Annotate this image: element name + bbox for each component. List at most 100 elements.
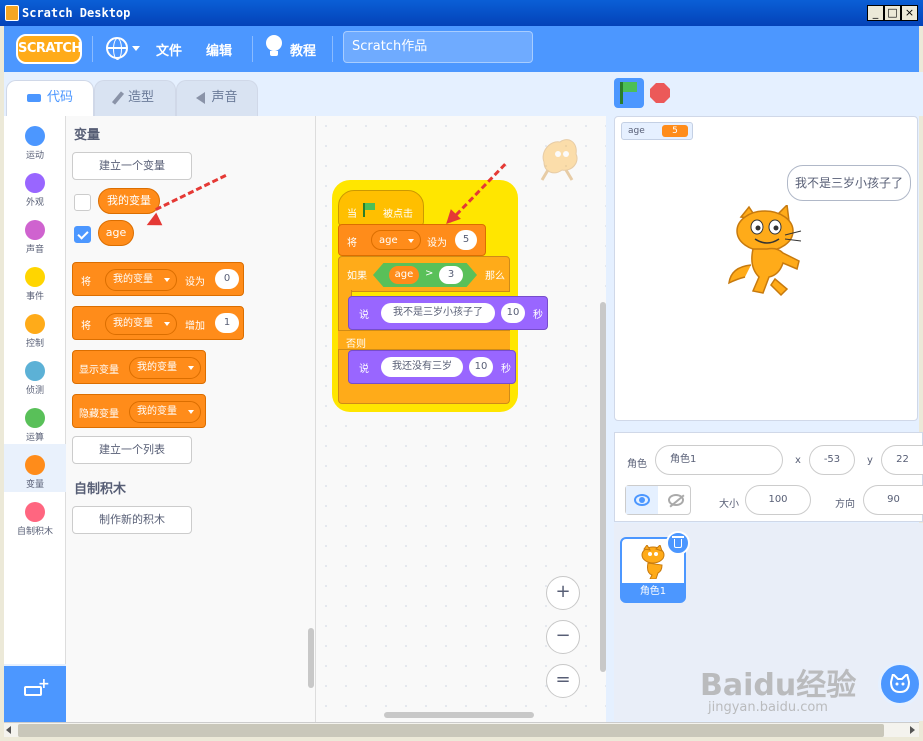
zoom-reset-button[interactable]: = bbox=[546, 664, 580, 698]
change-variable-block[interactable]: 将 我的变量 增加 1 bbox=[72, 306, 244, 340]
category-dot bbox=[25, 502, 45, 522]
variable-monitor[interactable]: age 5 bbox=[621, 122, 693, 140]
stage[interactable]: age 5 我不是三岁小孩子了 bbox=[614, 116, 918, 421]
when-flag-clicked-block[interactable]: 当 被点击 bbox=[338, 190, 424, 226]
lightbulb-icon[interactable] bbox=[266, 35, 282, 56]
set-age-block[interactable]: 将 age 设为 5 bbox=[338, 224, 486, 256]
category-operators[interactable]: 运算 bbox=[4, 402, 66, 448]
category-dot bbox=[25, 455, 45, 475]
scratch-logo[interactable]: SCRATCH bbox=[16, 34, 82, 64]
category-label: 变量 bbox=[25, 480, 44, 490]
value-input[interactable]: 5 bbox=[455, 230, 477, 250]
tab-costumes[interactable]: 造型 bbox=[94, 80, 176, 116]
make-variable-button[interactable]: 建立一个变量 bbox=[72, 152, 192, 180]
var-reporter-age[interactable]: age bbox=[389, 266, 419, 284]
variable-dropdown[interactable]: 我的变量 bbox=[129, 401, 201, 423]
value-input[interactable]: 0 bbox=[215, 269, 239, 289]
scripts-vertical-scrollbar[interactable] bbox=[600, 302, 606, 672]
category-looks[interactable]: 外观 bbox=[4, 167, 66, 213]
baidu-watermark-url: jingyan.baidu.com bbox=[708, 700, 828, 715]
window-titlebar: Scratch Desktop bbox=[0, 0, 923, 26]
scripts-horizontal-scrollbar[interactable] bbox=[384, 712, 534, 718]
category-myblocks[interactable]: 自制积木 bbox=[4, 496, 66, 542]
block-text: 增加 bbox=[185, 321, 205, 332]
chevron-down-icon[interactable] bbox=[132, 46, 140, 51]
say-for-secs-block[interactable]: 说 我还没有三岁 10 秒 bbox=[348, 350, 516, 384]
secs-input[interactable]: 10 bbox=[501, 303, 525, 323]
palette-scrollbar[interactable] bbox=[308, 628, 314, 688]
scrollbar-thumb[interactable] bbox=[18, 724, 884, 737]
project-title-input[interactable]: Scratch作品 bbox=[343, 31, 533, 63]
if-else-block[interactable]: 如果 age > 3 那么 bbox=[338, 256, 510, 292]
add-sprite-button[interactable] bbox=[878, 662, 922, 706]
block-text: 那么 bbox=[485, 271, 505, 282]
direction-input[interactable]: 90 bbox=[863, 485, 923, 515]
message-input[interactable]: 我不是三岁小孩子了 bbox=[381, 303, 495, 323]
palette-heading-variables: 变量 bbox=[74, 128, 101, 143]
var-reporter-myvar[interactable]: 我的变量 bbox=[98, 188, 160, 214]
block-text: 当 bbox=[347, 209, 357, 220]
category-sensing[interactable]: 侦测 bbox=[4, 355, 66, 401]
variable-dropdown[interactable]: 我的变量 bbox=[105, 269, 177, 291]
tab-sounds[interactable]: 声音 bbox=[176, 80, 258, 116]
zoom-in-button[interactable]: + bbox=[546, 576, 580, 610]
green-flag-button[interactable] bbox=[614, 78, 644, 108]
minimize-button[interactable]: _ bbox=[867, 5, 884, 21]
block-text: 显示变量 bbox=[79, 365, 119, 376]
variable-dropdown[interactable]: 我的变量 bbox=[129, 357, 201, 379]
block-text: 将 bbox=[347, 238, 357, 249]
scroll-left-arrow-icon[interactable] bbox=[6, 726, 11, 734]
value-input[interactable]: 3 bbox=[439, 266, 463, 284]
window-horizontal-scrollbar[interactable] bbox=[4, 722, 919, 737]
x-input[interactable]: -53 bbox=[809, 445, 855, 475]
plus-icon: + bbox=[38, 676, 50, 692]
menu-divider bbox=[92, 36, 93, 62]
set-variable-block[interactable]: 将 我的变量 设为 0 bbox=[72, 262, 244, 296]
sprite-name-input[interactable]: 角色1 bbox=[655, 445, 783, 475]
tutorials-menu[interactable]: 教程 bbox=[290, 40, 316, 59]
baidu-watermark: Baidu经验 bbox=[700, 668, 857, 703]
category-variables[interactable]: 变量 bbox=[4, 449, 66, 495]
app-icon bbox=[5, 5, 19, 21]
scroll-right-arrow-icon[interactable] bbox=[910, 726, 915, 734]
hide-variable-block[interactable]: 隐藏变量 我的变量 bbox=[72, 394, 206, 428]
edit-menu[interactable]: 编辑 bbox=[206, 40, 232, 59]
maximize-button[interactable]: □ bbox=[884, 5, 901, 21]
make-block-button[interactable]: 制作新的积木 bbox=[72, 506, 192, 534]
speaker-icon bbox=[196, 91, 206, 104]
variable-dropdown[interactable]: 我的变量 bbox=[105, 313, 177, 335]
stop-icon[interactable] bbox=[650, 83, 670, 103]
category-label: 运动 bbox=[25, 151, 44, 161]
var-reporter-age[interactable]: age bbox=[98, 220, 134, 246]
greater-than-block[interactable]: age > 3 bbox=[373, 263, 477, 287]
operator-text: > bbox=[425, 268, 434, 279]
variable-dropdown[interactable]: age bbox=[371, 230, 421, 250]
zoom-out-button[interactable]: − bbox=[546, 620, 580, 654]
add-extension-button[interactable]: + bbox=[4, 666, 66, 722]
globe-icon[interactable] bbox=[106, 37, 128, 60]
make-list-button[interactable]: 建立一个列表 bbox=[72, 436, 192, 464]
eye-hidden-icon[interactable] bbox=[668, 494, 685, 508]
eye-icon bbox=[634, 494, 650, 506]
category-events[interactable]: 事件 bbox=[4, 261, 66, 307]
size-input[interactable]: 100 bbox=[745, 485, 811, 515]
delete-sprite-button[interactable] bbox=[666, 531, 690, 555]
close-button[interactable]: × bbox=[901, 5, 918, 21]
show-button[interactable] bbox=[626, 486, 658, 514]
y-input[interactable]: 22 bbox=[881, 445, 923, 475]
secs-input[interactable]: 10 bbox=[469, 357, 493, 377]
value-input[interactable]: 1 bbox=[215, 313, 239, 333]
file-menu[interactable]: 文件 bbox=[156, 40, 182, 59]
var-checkbox-age[interactable] bbox=[74, 226, 91, 243]
tab-code[interactable]: 代码 bbox=[6, 80, 94, 117]
category-control[interactable]: 控制 bbox=[4, 308, 66, 354]
message-input[interactable]: 我还没有三岁 bbox=[381, 357, 463, 377]
trash-icon bbox=[672, 536, 684, 548]
say-for-secs-block[interactable]: 说 我不是三岁小孩子了 10 秒 bbox=[348, 296, 548, 330]
scratch-cat-sprite[interactable] bbox=[727, 205, 817, 297]
category-dot bbox=[25, 173, 45, 193]
category-sound[interactable]: 声音 bbox=[4, 214, 66, 260]
category-motion[interactable]: 运动 bbox=[4, 120, 66, 166]
show-variable-block[interactable]: 显示变量 我的变量 bbox=[72, 350, 206, 384]
var-checkbox-myvar[interactable] bbox=[74, 194, 91, 211]
